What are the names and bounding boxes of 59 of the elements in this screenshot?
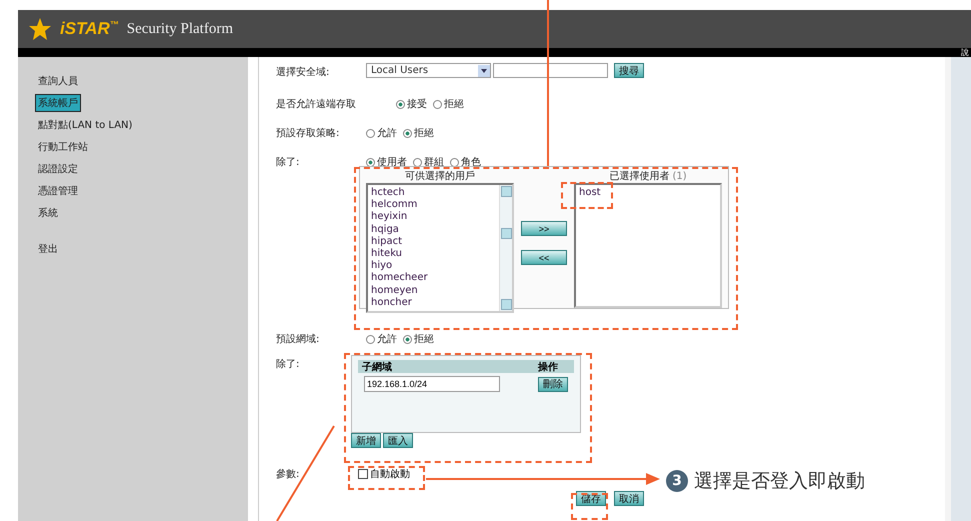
radio-option[interactable]: 允許 [366,126,397,140]
radio-option[interactable]: 拒絕 [403,126,434,140]
sidebar-item[interactable]: 登出 [36,241,60,257]
sidebar-item[interactable]: 點對點(LAN to LAN) [36,117,134,133]
sidebar-item[interactable]: 行動工作站 [36,139,90,155]
field-label: 除了: [276,156,300,169]
cancel-button[interactable]: 取消 [614,491,644,506]
star-logo-icon [28,17,52,41]
field-label: 選擇安全域: [276,66,330,79]
list-heading: 可供選擇的用戶 [404,170,476,183]
user-item[interactable]: honcher [371,296,496,310]
auto-start-checkbox[interactable]: 自動啟動 [358,465,410,481]
available-users-list[interactable]: hctech helcomm heyixin hqiga hipact hiteku hiyo homecheer homeyen honcher [366,183,514,314]
field-label: 參數: [276,468,300,481]
user-item[interactable]: homecheer [371,272,496,285]
move-button[interactable]: << [521,250,567,265]
save-button[interactable]: 儲存 [576,491,606,506]
field-label: 預設網域: [276,332,320,346]
search-button[interactable]: 搜尋 [614,63,644,78]
domain-select[interactable]: Local Users [366,63,491,78]
callout-text: 選擇是否登入即啟動 [694,469,865,494]
user-item[interactable]: hqiga [371,224,496,236]
subnet-field[interactable]: 192.168.1.0/24 [364,376,500,392]
app-title: Security Platform [126,20,233,38]
table-button[interactable]: 匯入 [383,433,413,448]
radio-option[interactable]: 拒絕 [433,97,464,111]
help-link[interactable]: 說 [961,48,971,57]
sidebar-item[interactable]: 系統 [36,205,60,221]
user-item[interactable]: host [579,187,717,200]
radio-option[interactable]: 拒絕 [403,332,434,346]
sidebar-item[interactable]: 憑證管理 [36,183,80,199]
column-header: 子網域 [361,360,393,373]
step-number: 3 [666,470,688,492]
sidebar-item[interactable]: 系統帳戶 [36,95,80,111]
delete-button[interactable]: 刪除 [538,376,568,392]
sidebar-item[interactable]: 查詢人員 [36,73,80,89]
field-label: 除了: [276,358,300,371]
user-item[interactable]: homeyen [371,284,496,297]
selected-users-list[interactable]: host [574,183,722,308]
highlight-frame [571,493,608,520]
move-button[interactable]: >> [521,221,567,236]
user-item[interactable]: hiteku [371,248,496,260]
user-item[interactable]: hipact [371,236,496,248]
table-button[interactable]: 新增 [351,433,381,448]
radio-option[interactable]: 接受 [396,97,427,111]
list-heading: 已選擇使用者 (1) [608,170,688,183]
user-item[interactable]: helcomm [371,199,496,212]
column-header: 操作 [536,360,559,373]
logo-text: iSTAR$^{™}$ [60,19,119,39]
user-item[interactable]: hiyo [371,260,496,272]
field-label: 是否允許遠端存取 [276,98,357,111]
dropdown-icon [478,64,490,76]
scrollbar[interactable] [499,185,512,312]
sidebar-item[interactable]: 認證設定 [36,161,80,177]
user-item[interactable]: hctech [371,187,496,200]
radio-option[interactable]: 允許 [366,332,397,346]
user-item[interactable]: heyixin [371,211,496,224]
field-label: 預設存取策略: [276,126,340,140]
search-field[interactable] [493,63,608,78]
